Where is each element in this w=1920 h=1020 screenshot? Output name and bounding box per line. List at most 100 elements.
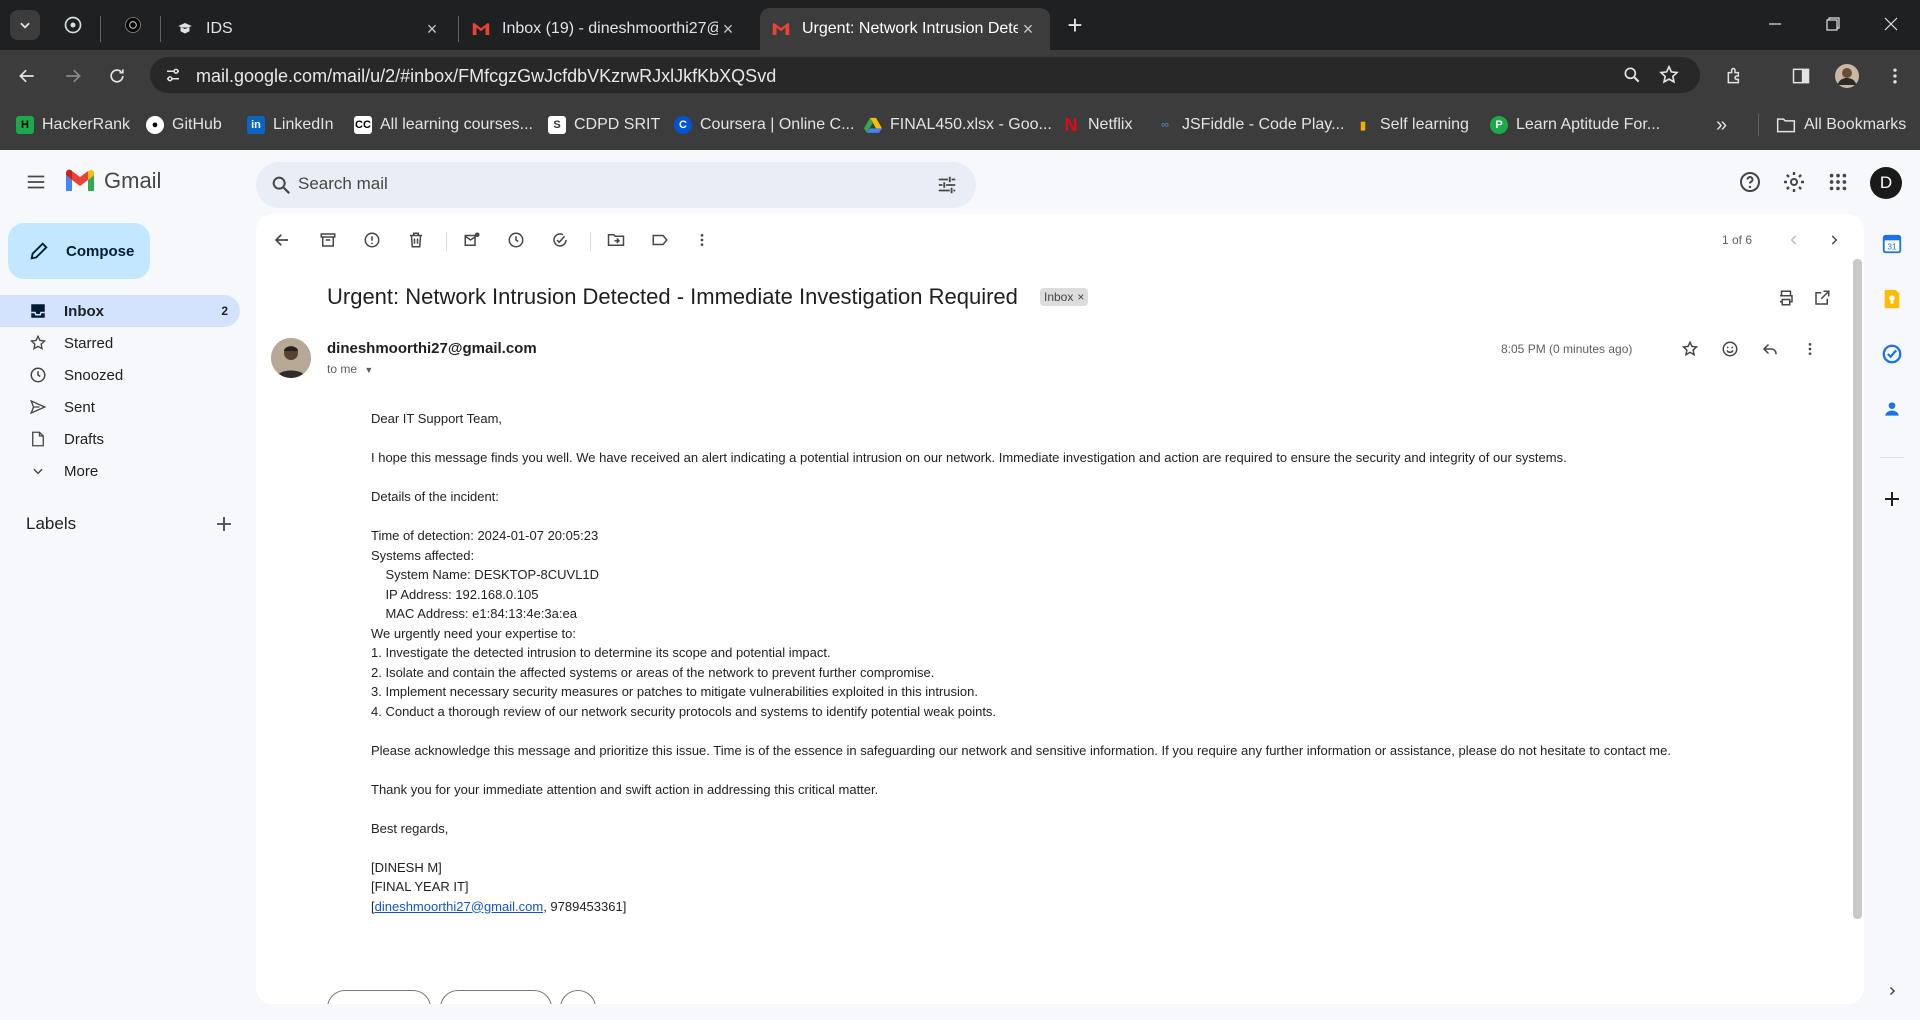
snooze-button[interactable] [502,226,530,254]
chrome-menu-button[interactable] [1880,61,1910,91]
nav-inbox[interactable]: Inbox 2 [0,295,240,327]
nav-starred[interactable]: Starred [0,327,240,359]
all-bookmarks-button[interactable]: All Bookmarks [1776,114,1906,136]
tab-title: IDS [206,20,233,37]
sender-email[interactable]: dineshmoorthi27@gmail.com [327,340,537,357]
coursera-icon: C [674,116,692,134]
close-window-button[interactable] [1862,0,1920,48]
compose-button[interactable]: Compose [8,223,150,279]
get-addons-button[interactable] [1876,483,1908,515]
bookmark-hackerrank[interactable]: H HackerRank [16,114,130,136]
report-spam-button[interactable] [358,226,386,254]
archive-button[interactable] [314,226,342,254]
pinned-tab-dark[interactable] [122,14,144,36]
bookmark-self-learning[interactable]: ▮ Self learning [1354,114,1469,136]
extensions-button[interactable] [1720,61,1750,91]
calendar-icon: 31 [1882,234,1902,254]
back-to-inbox-button[interactable] [268,226,296,254]
more-message-options-button[interactable] [1796,335,1824,363]
inbox-label-chip: Inbox × [1040,288,1089,306]
reply-button[interactable] [1756,335,1784,363]
nav-more[interactable]: More [0,455,240,487]
forward-button[interactable] [58,61,88,91]
search-options-icon[interactable] [936,174,958,201]
older-button[interactable] [1820,226,1848,254]
report-icon [364,232,380,248]
reload-button[interactable] [102,61,132,91]
calendar-button[interactable]: 31 [1876,228,1908,260]
more-actions-button[interactable] [688,226,716,254]
address-bar[interactable]: mail.google.com/mail/u/2/#inbox/FMfcgzGw… [150,57,1700,93]
main-menu-button[interactable] [20,166,52,198]
chevron-down-icon[interactable]: ▼ [364,365,373,375]
emoji-icon [1722,341,1738,357]
forward-pill-button[interactable] [440,990,552,1004]
keep-button[interactable] [1876,283,1908,315]
bookmark-jsfiddle[interactable]: ∞ JSFiddle - Code Play... [1156,114,1344,136]
close-icon[interactable]: × [422,19,442,40]
emoji-reaction-button[interactable] [560,990,596,1004]
bookmark-star-icon[interactable] [1658,64,1680,91]
bookmark-learning-courses[interactable]: CC All learning courses... [354,114,533,136]
tab-inbox[interactable]: Inbox (19) - dineshmoorthi27@ × [460,8,750,50]
pinned-tab-chatgpt[interactable] [62,14,84,36]
newer-button[interactable] [1780,226,1808,254]
add-to-tasks-button[interactable] [546,226,574,254]
bookmark-cdpd-srit[interactable]: S CDPD SRIT [548,114,660,136]
mark-unread-button[interactable] [458,226,486,254]
profile-avatar[interactable] [1832,61,1862,91]
account-avatar[interactable]: D [1870,167,1902,199]
signature-email-link[interactable]: dineshmoorthi27@gmail.com [375,899,544,914]
delete-button[interactable] [402,226,430,254]
recipient-summary[interactable]: to me ▼ [327,362,373,376]
nav-sent[interactable]: Sent [0,391,240,423]
open-in-new-icon [1815,290,1830,305]
ids-favicon-icon [176,20,194,38]
settings-button[interactable] [1778,166,1810,198]
email-timestamp: 8:05 PM (0 minutes ago) [1501,342,1633,356]
search-icon[interactable] [270,174,292,201]
search-bar[interactable] [256,162,976,208]
add-reaction-button[interactable] [1716,335,1744,363]
print-all-button[interactable] [1772,284,1800,312]
tab-ids[interactable]: IDS × [164,8,454,50]
gmail-logo[interactable]: Gmail [64,168,161,194]
new-tab-button[interactable]: + [1060,10,1090,40]
site-settings-icon[interactable] [164,66,182,89]
bookmark-netflix[interactable]: N Netflix [1062,114,1133,136]
move-to-button[interactable] [602,226,630,254]
nav-snoozed[interactable]: Snoozed [0,359,240,391]
bookmark-github[interactable]: ● GitHub [146,114,222,136]
bookmark-coursera[interactable]: C Coursera | Online C... [674,114,854,136]
tab-urgent-email[interactable]: Urgent: Network Intrusion Dete × [760,8,1050,50]
minimize-button[interactable] [1746,0,1804,48]
create-label-button[interactable] [212,512,236,536]
body-line: 3. Implement necessary security measures… [371,684,978,699]
search-input[interactable] [298,174,898,194]
open-new-window-button[interactable] [1808,284,1836,312]
scrollbar[interactable] [1853,259,1862,919]
reply-pill-button[interactable] [327,990,431,1004]
remove-label-icon[interactable]: × [1077,290,1084,304]
expand-side-panel-button[interactable] [1876,975,1908,1007]
labels-button[interactable] [646,226,674,254]
zoom-icon[interactable] [1622,65,1642,90]
sender-avatar[interactable] [271,338,311,378]
bookmark-final450[interactable]: FINAL450.xlsx - Goo... [864,114,1052,136]
close-icon[interactable]: × [1018,19,1038,40]
restore-button[interactable] [1804,0,1862,48]
support-button[interactable] [1734,166,1766,198]
contacts-button[interactable] [1876,393,1908,425]
bookmark-linkedin[interactable]: in LinkedIn [247,114,334,136]
google-apps-button[interactable] [1822,166,1854,198]
close-icon[interactable]: × [718,19,738,40]
url-text[interactable]: mail.google.com/mail/u/2/#inbox/FMfcgzGw… [196,66,776,87]
bookmarks-overflow-button[interactable]: » [1716,114,1727,136]
nav-drafts[interactable]: Drafts [0,423,240,455]
back-button[interactable] [12,61,42,91]
side-panel-button[interactable] [1786,61,1816,91]
star-email-button[interactable] [1676,335,1704,363]
tasks-button[interactable] [1876,338,1908,370]
bookmark-learn-aptitude[interactable]: P Learn Aptitude For... [1490,114,1660,136]
tab-search-button[interactable] [10,10,40,40]
